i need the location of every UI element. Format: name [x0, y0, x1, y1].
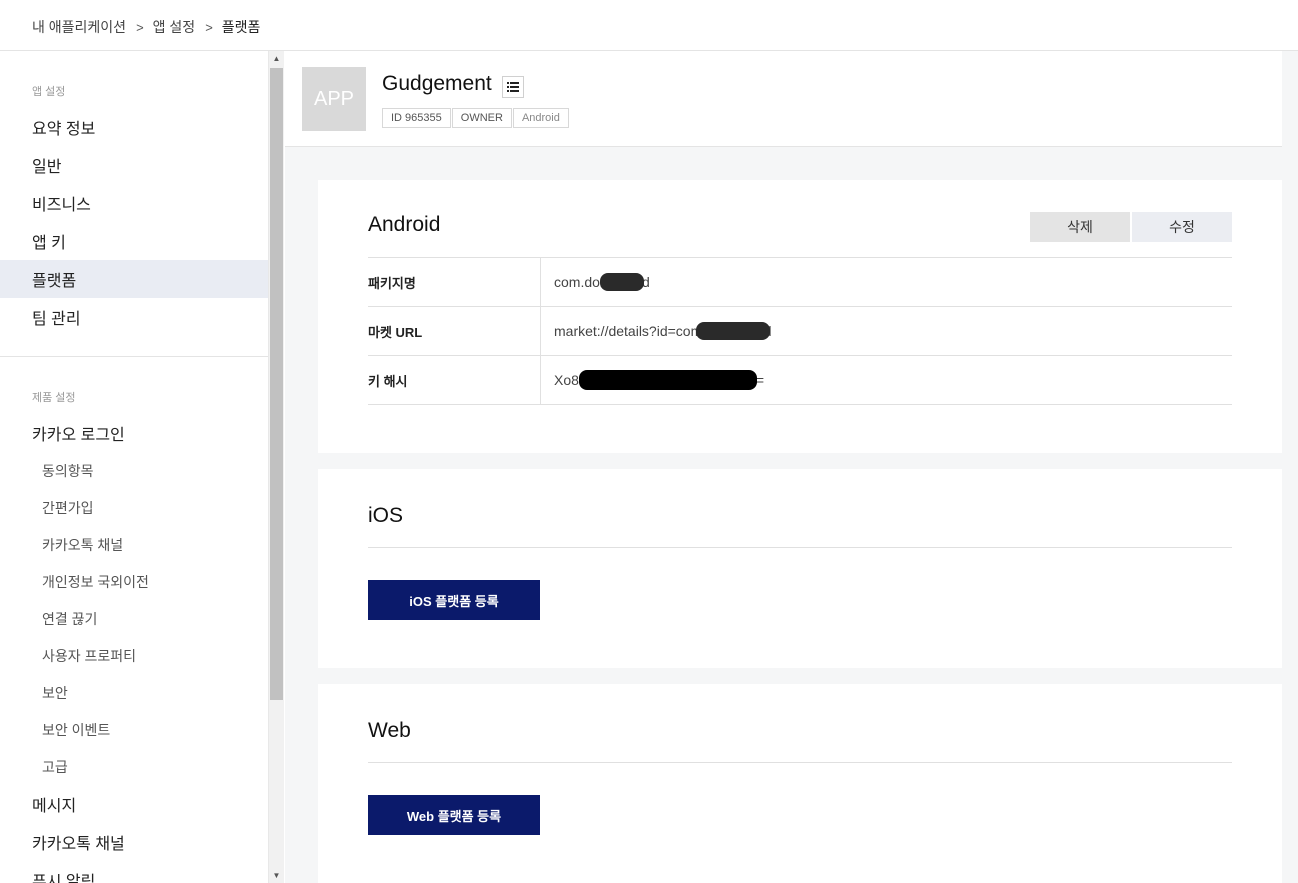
sidebar-item-business[interactable]: 비즈니스	[0, 184, 268, 222]
scroll-down-arrow-icon[interactable]: ▼	[269, 868, 284, 883]
ios-platform-card: iOS iOS 플랫폼 등록	[318, 469, 1282, 668]
app-id-badge: ID 965355	[382, 108, 451, 128]
ios-title-rule	[368, 547, 1232, 548]
breadcrumb-my-apps[interactable]: 내 애플리케이션	[32, 17, 126, 37]
android-platform-card: Android 삭제 수정 패키지명 com.dontspend 마켓 URL …	[318, 180, 1282, 453]
sidebar-subitem-advanced[interactable]: 고급	[0, 748, 268, 785]
sidebar-item-summary[interactable]: 요약 정보	[0, 108, 268, 146]
package-name-label: 패키지명	[368, 258, 541, 306]
app-name: Gudgement	[382, 72, 492, 95]
breadcrumb-separator: >	[205, 19, 213, 35]
sidebar-divider	[0, 356, 268, 357]
android-title: Android	[368, 213, 441, 236]
redaction-mark	[579, 370, 757, 390]
sidebar: 앱 설정 요약 정보 일반 비즈니스 앱 키 플랫폼 팀 관리 제품 설정 카카…	[0, 51, 269, 883]
web-platform-card: Web Web 플랫폼 등록	[318, 684, 1282, 883]
scrollbar-thumb[interactable]	[270, 68, 283, 700]
sidebar-subitem-security[interactable]: 보안	[0, 674, 268, 711]
breadcrumb-app-settings[interactable]: 앱 설정	[153, 17, 196, 37]
app-badges: ID 965355 OWNER Android	[382, 108, 570, 128]
redaction-mark	[600, 273, 644, 291]
table-row: 키 해시 Xo89iU=	[368, 356, 1232, 405]
sidebar-item-kakaotalk-channel[interactable]: 카카오톡 채널	[0, 823, 268, 861]
section-label-product-settings: 제품 설정	[32, 392, 76, 404]
sidebar-subitem-unlink[interactable]: 연결 끊기	[0, 600, 268, 637]
sidebar-subitem-security-events[interactable]: 보안 이벤트	[0, 711, 268, 748]
breadcrumb-platform: 플랫폼	[221, 19, 261, 35]
app-header: APP Gudgement ID 965355 OWNER Android	[285, 51, 1282, 147]
breadcrumb-separator: >	[136, 19, 144, 35]
sidebar-subitem-user-property[interactable]: 사용자 프로퍼티	[0, 637, 268, 674]
sidebar-item-push[interactable]: 푸시 알림	[0, 861, 268, 883]
section-label-app-settings: 앱 설정	[32, 86, 66, 98]
sidebar-item-general[interactable]: 일반	[0, 146, 268, 184]
ios-register-button[interactable]: iOS 플랫폼 등록	[368, 580, 540, 620]
sidebar-scrollbar[interactable]: ▲ ▼	[269, 51, 284, 883]
top-bar: 내 애플리케이션 > 앱 설정 > 플랫폼	[0, 0, 1298, 51]
table-row: 패키지명 com.dontspend	[368, 258, 1232, 307]
scroll-up-arrow-icon[interactable]: ▲	[269, 51, 284, 66]
package-name-value: com.dontspend	[541, 273, 650, 291]
list-icon	[507, 82, 519, 92]
web-title-rule	[368, 762, 1232, 763]
sidebar-item-platform[interactable]: 플랫폼	[0, 260, 268, 298]
platform-badge: Android	[512, 108, 569, 128]
market-url-value: market://details?id=com.dontspend	[554, 322, 772, 340]
delete-button[interactable]: 삭제	[1030, 212, 1130, 242]
sidebar-item-kakao-login[interactable]: 카카오 로그인	[0, 414, 268, 452]
app-thumbnail: APP	[302, 67, 366, 131]
key-hash-value: Xo89iU=	[541, 370, 764, 390]
main-content: APP Gudgement ID 965355 OWNER Android An…	[285, 51, 1298, 883]
redaction-mark	[696, 322, 770, 340]
edit-button[interactable]: 수정	[1132, 212, 1232, 242]
role-badge: OWNER	[451, 108, 512, 128]
sidebar-item-message[interactable]: 메시지	[0, 785, 268, 823]
sidebar-subitem-consent[interactable]: 동의항목	[0, 452, 268, 489]
ios-title: iOS	[368, 504, 404, 527]
web-title: Web	[368, 719, 411, 742]
app-list-button[interactable]	[502, 76, 524, 98]
android-info-table: 패키지명 com.dontspend 마켓 URL market://detai…	[368, 258, 1232, 405]
sidebar-subitem-simple-signup[interactable]: 간편가입	[0, 489, 268, 526]
sidebar-item-app-key[interactable]: 앱 키	[0, 222, 268, 260]
sidebar-item-team[interactable]: 팀 관리	[0, 298, 268, 336]
table-row: 마켓 URL market://details?id=com.dontspend	[368, 307, 1232, 356]
sidebar-subitem-kakaotalk-channel[interactable]: 카카오톡 채널	[0, 526, 268, 563]
web-register-button[interactable]: Web 플랫폼 등록	[368, 795, 540, 835]
sidebar-subitem-overseas-transfer[interactable]: 개인정보 국외이전	[0, 563, 268, 600]
market-url-label: 마켓 URL	[368, 307, 541, 355]
key-hash-label: 키 해시	[368, 356, 541, 404]
breadcrumb: 내 애플리케이션 > 앱 설정 > 플랫폼	[32, 17, 260, 37]
